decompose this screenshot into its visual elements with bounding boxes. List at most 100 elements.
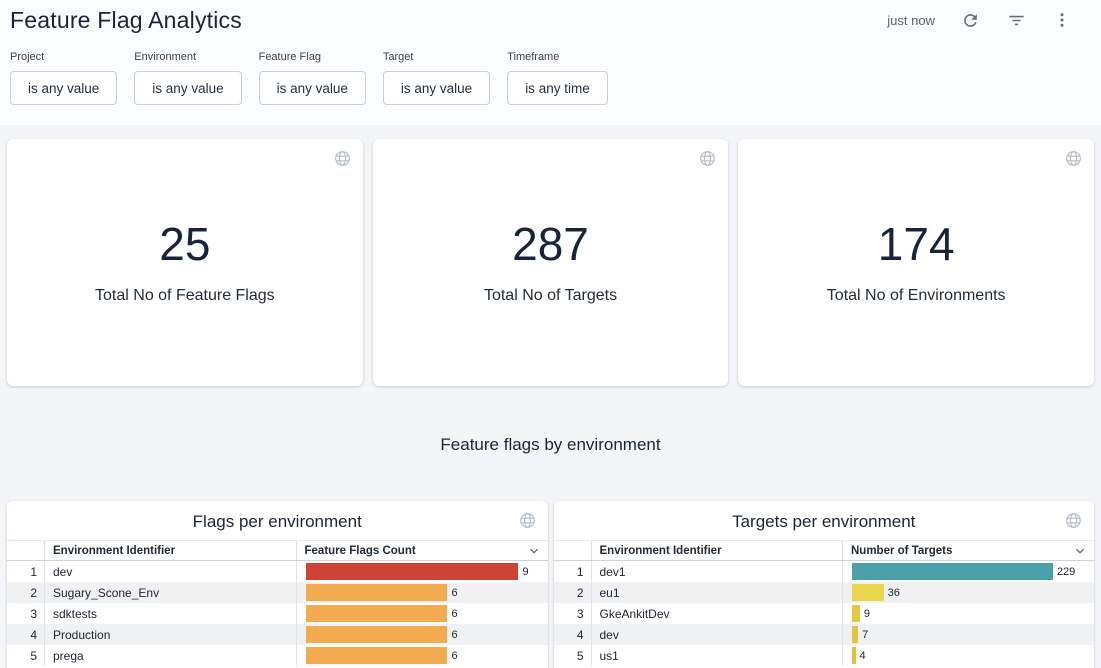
table-row: 2eu1 36 [554,582,1095,603]
environment-cell[interactable]: Sugary_Scone_Env [44,582,296,603]
filter-target: Target is any value [383,51,490,105]
kpi-value: 25 [159,221,210,267]
filter-label: Environment [134,51,241,63]
globe-icon [334,150,351,172]
kpi-card-targets: 287 Total No of Targets [373,139,729,386]
environment-cell[interactable]: eu1 [591,582,843,603]
environment-cell[interactable]: sdktests [44,603,296,624]
kpi-label: Total No of Environments [827,287,1006,305]
value-label: 6 [451,608,457,620]
chevron-down-icon[interactable] [526,543,542,562]
filter-bar: Project is any value Environment is any … [10,51,1091,105]
filter-icon[interactable] [1005,9,1027,31]
last-refresh-text: just now [887,13,935,28]
kpi-label: Total No of Feature Flags [95,287,275,305]
page-title: Feature Flag Analytics [10,7,242,34]
value-bar [852,584,884,601]
value-label: 6 [451,587,457,599]
filter-target-button[interactable]: is any value [383,71,490,105]
kpi-card-environments: 174 Total No of Environments [738,139,1094,386]
value-bar [852,563,1053,580]
value-label: 36 [888,587,900,599]
table-header: Environment Identifier Number of Targets [554,540,1095,561]
environment-cell[interactable]: GkeAnkitDev [591,603,843,624]
value-cell[interactable]: 6 [296,603,548,624]
value-cell[interactable]: 9 [296,561,548,582]
filter-label: Project [10,51,117,63]
value-cell[interactable]: 9 [842,603,1094,624]
globe-icon [699,150,716,172]
value-cell[interactable]: 4 [842,645,1094,666]
refresh-icon[interactable] [959,9,981,31]
table-header: Environment Identifier Feature Flags Cou… [7,540,548,561]
table-title: Flags per environment [7,501,548,540]
column-header-environment[interactable]: Environment Identifier [591,541,843,560]
filter-project: Project is any value [10,51,117,105]
kpi-value: 174 [878,221,955,267]
globe-icon [519,512,536,534]
environment-cell[interactable]: us1 [591,645,843,666]
kpi-value: 287 [512,221,589,267]
table-row: 2Sugary_Scone_Env 6 [7,582,548,603]
value-cell[interactable]: 229 [842,561,1094,582]
row-index: 2 [7,582,44,603]
environment-cell[interactable]: dev [44,561,296,582]
column-header-environment[interactable]: Environment Identifier [44,541,296,560]
kebab-menu-icon[interactable] [1051,9,1073,31]
row-index: 4 [554,624,591,645]
dashboard-header: Feature Flag Analytics just now [10,4,1091,36]
row-index: 2 [554,582,591,603]
filter-timeframe-button[interactable]: is any time [507,71,608,105]
filter-feature-flag: Feature Flag is any value [259,51,366,105]
value-bar [306,605,448,622]
kpi-row: 25 Total No of Feature Flags 287 Total N… [0,139,1101,386]
section-title: Feature flags by environment [0,435,1101,455]
value-label: 6 [451,629,457,641]
column-header-count[interactable]: Number of Targets [842,541,1094,560]
table-row: 5us1 4 [554,645,1095,666]
row-index: 3 [554,603,591,624]
table-card-flags-per-environment: Flags per environment Environment Identi… [7,501,548,668]
row-index: 5 [554,645,591,666]
value-cell[interactable]: 6 [296,645,548,666]
row-index: 4 [7,624,44,645]
chevron-down-icon[interactable] [1072,543,1088,562]
value-cell[interactable]: 6 [296,624,548,645]
environment-cell[interactable]: dev1 [591,561,843,582]
table-title: Targets per environment [554,501,1095,540]
tables-row: Flags per environment Environment Identi… [0,501,1101,668]
table-row: 4Production 6 [7,624,548,645]
value-bar [852,647,856,664]
table-body: 1dev92Sugary_Scone_Env63sdktests64Produc… [7,561,548,666]
environment-cell[interactable]: Production [44,624,296,645]
column-header-count[interactable]: Feature Flags Count [296,541,548,560]
value-label: 9 [864,608,870,620]
value-bar [306,584,448,601]
filter-environment-button[interactable]: is any value [134,71,241,105]
row-index: 3 [7,603,44,624]
value-cell[interactable]: 7 [842,624,1094,645]
filter-project-button[interactable]: is any value [10,71,117,105]
table-row: 1dev9 [7,561,548,582]
filter-label: Timeframe [507,51,608,63]
globe-icon [1065,150,1082,172]
value-label: 4 [860,650,866,662]
table-row: 1dev1229 [554,561,1095,582]
value-bar [852,605,860,622]
table-row: 3GkeAnkitDev 9 [554,603,1095,624]
environment-cell[interactable]: prega [44,645,296,666]
environment-cell[interactable]: dev [591,624,843,645]
value-label: 9 [522,566,528,578]
table-row: 3sdktests 6 [7,603,548,624]
header-actions: just now [887,9,1091,31]
header-zone: Feature Flag Analytics just now Project … [0,0,1101,125]
row-index: 1 [554,561,591,582]
filter-feature-flag-button[interactable]: is any value [259,71,366,105]
globe-icon [1065,512,1082,534]
value-bar [306,563,519,580]
value-cell[interactable]: 6 [296,582,548,603]
value-cell[interactable]: 36 [842,582,1094,603]
row-index-header [554,541,591,560]
value-label: 7 [862,629,868,641]
table-card-targets-per-environment: Targets per environment Environment Iden… [554,501,1095,668]
